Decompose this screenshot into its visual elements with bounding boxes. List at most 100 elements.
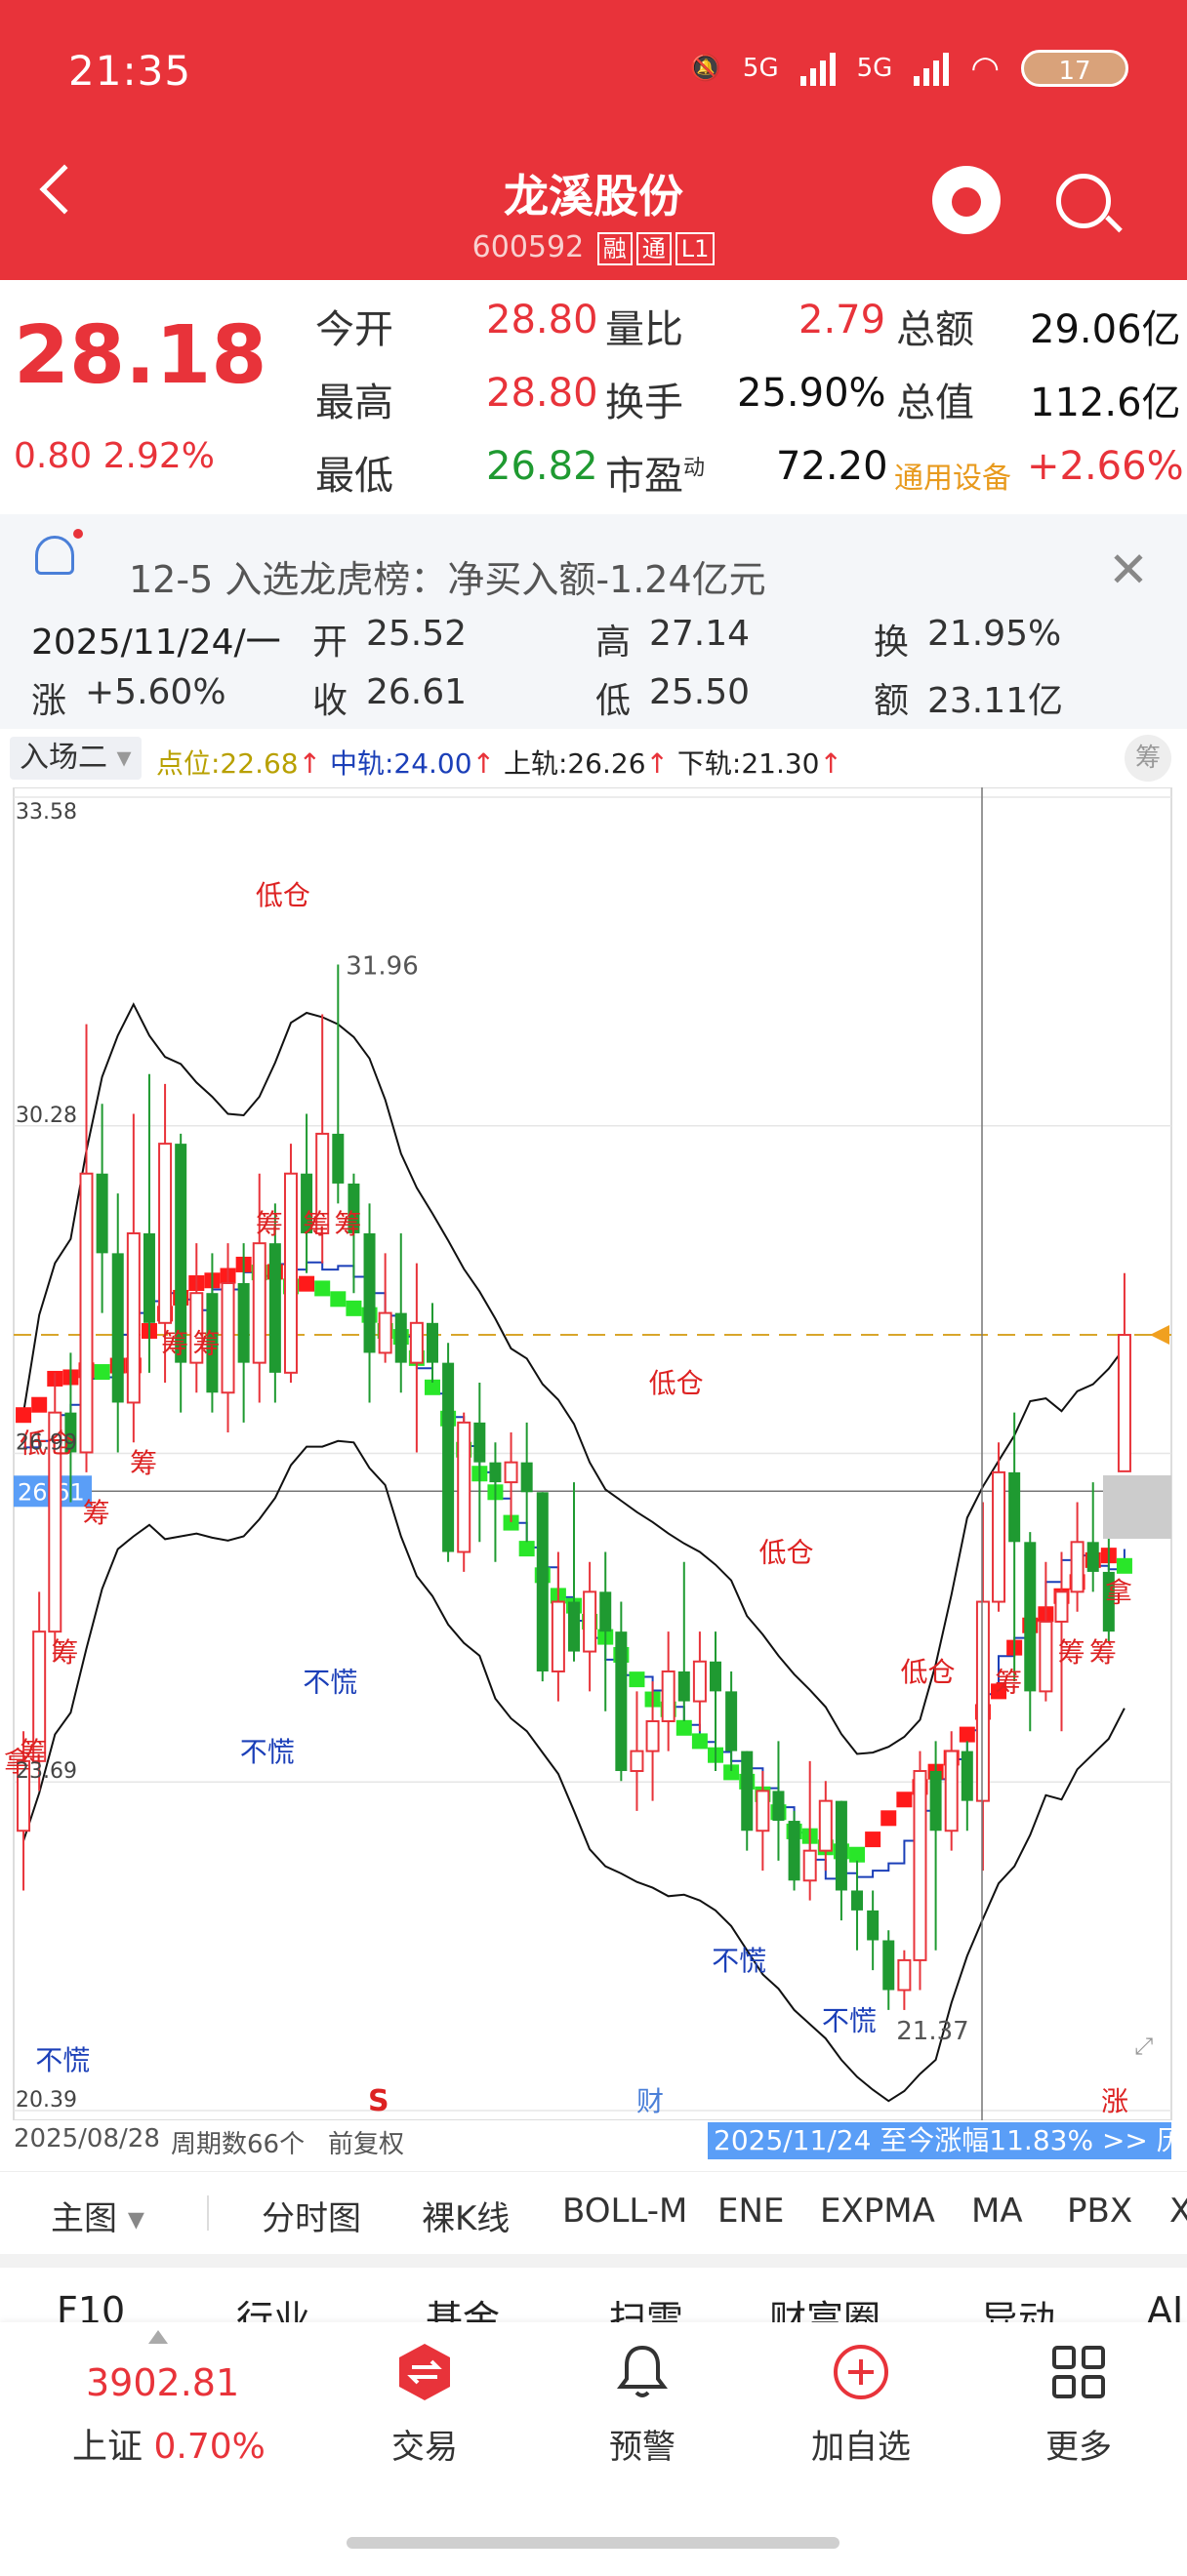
dot-marker	[330, 1291, 347, 1308]
signal-label: 拿	[1105, 1577, 1132, 1609]
open-label: 今开	[315, 307, 393, 352]
tab-intraday[interactable]: 分时图	[262, 2192, 361, 2239]
section-divider	[0, 2254, 1187, 2268]
signal-label: 不慌	[35, 2044, 90, 2076]
pe-value: 72.20	[776, 444, 888, 489]
dot-marker	[314, 1280, 331, 1297]
tab-ma[interactable]: MA	[971, 2192, 1023, 2231]
indicator-select-label: 入场二	[20, 741, 107, 775]
dot-marker	[896, 1791, 913, 1808]
candle-body	[332, 1133, 345, 1184]
grid-icon	[1052, 2346, 1105, 2398]
tab-fund[interactable]: 基金	[426, 2289, 500, 2322]
home-indicator[interactable]	[347, 2537, 839, 2549]
dot-marker	[1116, 1557, 1132, 1574]
candle-body	[1024, 1542, 1037, 1692]
mascot-icon[interactable]	[932, 166, 1001, 234]
dot-marker	[675, 1719, 692, 1736]
nav-add-watchlist[interactable]: 加自选	[793, 2342, 929, 2468]
tab-minesweep[interactable]: 扫雷	[609, 2289, 683, 2322]
index-info[interactable]: 上证 0.70%	[72, 2418, 266, 2469]
low-value-label: 21.37	[896, 2017, 968, 2046]
industry-name[interactable]: 通用设备	[894, 454, 1011, 497]
indicator-select[interactable]: 入场二 ▾	[10, 737, 142, 780]
candle-body	[426, 1322, 438, 1363]
signal-label: 低仓	[649, 1367, 704, 1399]
dot-marker	[629, 1671, 645, 1688]
tab-main-chart[interactable]: 主图 ▾	[51, 2192, 144, 2239]
chevron-down-icon: ▾	[116, 741, 132, 775]
dot-marker	[16, 1407, 32, 1424]
candle-body	[126, 1231, 141, 1404]
tab-expma[interactable]: EXPMA	[820, 2192, 935, 2231]
index-value[interactable]: 3902.81	[86, 2361, 239, 2404]
candle-body	[1039, 1620, 1053, 1693]
tab-more[interactable]: X	[1169, 2192, 1187, 2231]
signal-label: 不慌	[303, 1666, 357, 1698]
candle-body	[645, 1719, 660, 1752]
day-high-label: 高	[595, 623, 632, 663]
wifi-icon: ◠	[970, 49, 1000, 88]
rise-marker: 涨	[1101, 2085, 1128, 2117]
tab-pbx[interactable]: PBX	[1067, 2192, 1132, 2231]
signal-label: 筹	[256, 1208, 283, 1240]
nav-alert[interactable]: 预警	[574, 2342, 711, 2468]
tab-ai[interactable]: AI	[1147, 2289, 1183, 2322]
expand-up-icon[interactable]	[148, 2330, 168, 2344]
mktcap-label: 总值	[896, 381, 974, 425]
legend-middle: 中轨:24.00	[329, 747, 472, 780]
nav-more-label: 更多	[1045, 2428, 1112, 2467]
candle-body	[772, 1791, 785, 1822]
chip-distribution-button[interactable]: 筹	[1125, 735, 1171, 782]
candle-body	[692, 1660, 707, 1703]
candle-body	[1054, 1590, 1069, 1623]
amount-value: 29.06亿	[1030, 307, 1181, 352]
range-gain-bar[interactable]: 2025/11/24 至今涨幅11.83% >> 历	[708, 2122, 1171, 2159]
close-icon[interactable]: ✕	[1108, 542, 1149, 598]
y-tick-label: 26.99	[16, 1430, 77, 1455]
candle-body	[867, 1910, 880, 1941]
expand-icon: ⤢	[1134, 2033, 1153, 2060]
candle-body	[661, 1670, 675, 1722]
tab-ene[interactable]: ENE	[717, 2192, 784, 2231]
tag-connect: 通	[635, 232, 672, 265]
candle-body	[851, 1890, 864, 1911]
nav-alert-label: 预警	[609, 2428, 675, 2467]
day-turnover: 21.95%	[927, 614, 1062, 654]
notice-banner[interactable]: 12-5 入选龙虎榜：净买入额-1.24亿元	[0, 514, 1187, 604]
tab-wealth-circle[interactable]: 财富圈	[769, 2289, 880, 2322]
tab-movement[interactable]: 异动	[981, 2289, 1055, 2322]
arrow-up-icon: ↑	[298, 747, 322, 780]
dot-marker	[299, 1275, 315, 1292]
nav-more[interactable]: 更多	[1010, 2342, 1147, 2468]
indicator-tabs: 主图 ▾ 分时图 裸K线 BOLL-M ENE EXPMA MA PBX X	[0, 2171, 1187, 2247]
kline-chart[interactable]: 26.61 31.9621.37低仓低仓低仓低仓低仓不慌不慌不慌不慌不慌筹筹筹筹…	[0, 787, 1187, 2120]
tab-naked-k[interactable]: 裸K线	[422, 2192, 510, 2239]
candle-body	[96, 1173, 108, 1254]
search-icon[interactable]	[1056, 174, 1111, 228]
legend-upper: 上轨:26.26	[503, 747, 646, 780]
dot-marker	[94, 1364, 110, 1381]
nav-trade[interactable]: 交易	[356, 2342, 493, 2468]
day-info-panel: 2025/11/24/一 开 25.52 高 27.14 换 21.95% 涨 …	[0, 604, 1187, 729]
period-count: 周期数66个	[171, 2130, 306, 2159]
candle-body	[489, 1462, 502, 1483]
candle-body	[615, 1631, 628, 1772]
tag-margin: 融	[596, 232, 633, 265]
adjust-mode[interactable]: 前复权	[328, 2124, 404, 2160]
chart-start-date: 2025/08/28	[14, 2124, 160, 2153]
tag-level: L1	[675, 232, 716, 265]
day-close-label: 收	[312, 681, 348, 721]
candle-body	[944, 1750, 959, 1832]
signal-label: 筹	[334, 1208, 361, 1240]
tab-industry[interactable]: 行业	[236, 2289, 310, 2322]
tab-f10[interactable]: F10	[57, 2289, 125, 2322]
signal-icon-2	[914, 51, 950, 86]
legend-lower: 下轨:21.30	[676, 747, 820, 780]
candle-body	[913, 1770, 927, 1961]
signal-label: 筹	[995, 1666, 1022, 1698]
content-tabs: F10 行业 基金 扫雷 财富圈 异动 AI	[0, 2268, 1187, 2322]
signal-icon	[799, 51, 836, 86]
tab-boll-m[interactable]: BOLL-M	[562, 2192, 687, 2231]
index-name: 上证	[72, 2427, 143, 2467]
